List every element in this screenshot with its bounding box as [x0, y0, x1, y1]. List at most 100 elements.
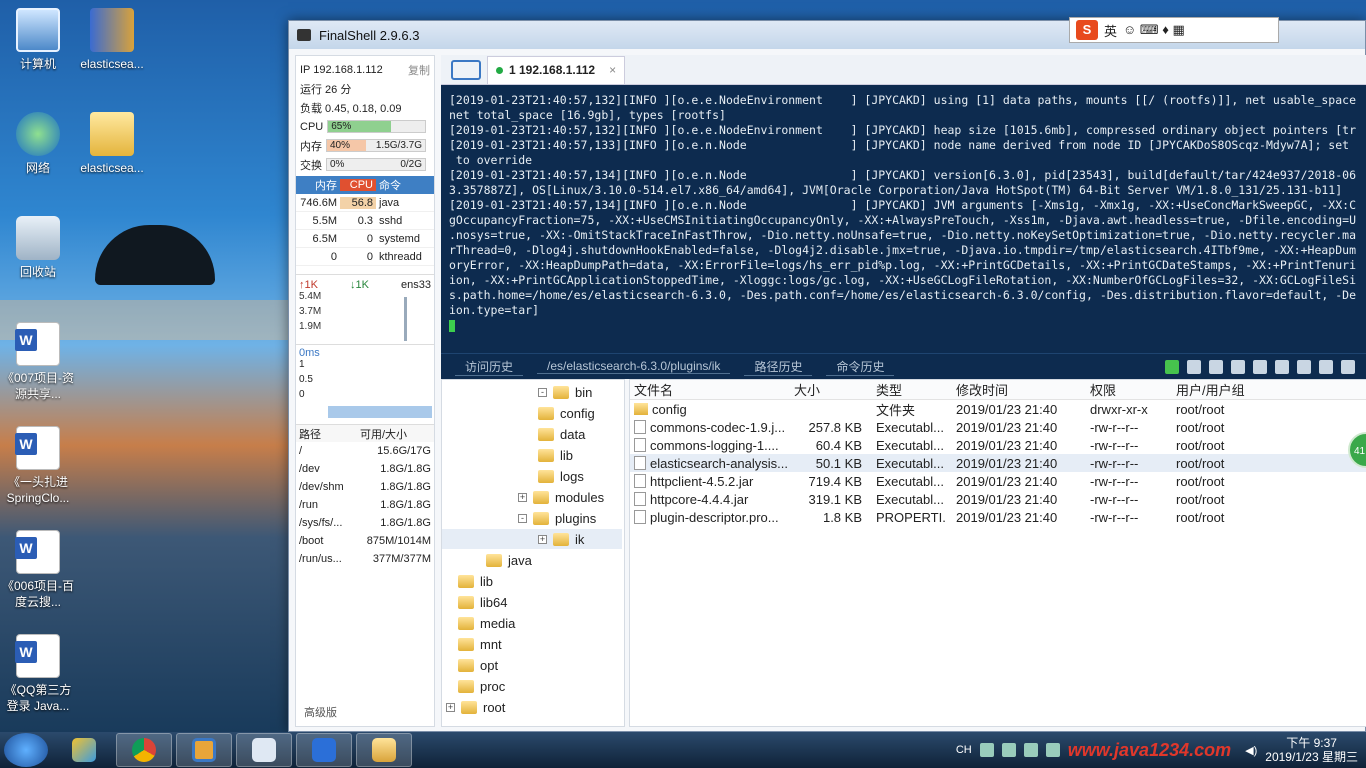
- disk-row[interactable]: /dev/shm 1.8G/1.8G: [296, 478, 434, 496]
- advanced-edition-label[interactable]: 高级版: [304, 704, 337, 720]
- desktop-icon-doc-006[interactable]: 《006项目-百度云搜...: [0, 530, 76, 610]
- process-row[interactable]: 0 0 kthreadd: [296, 248, 434, 266]
- expand-icon[interactable]: +: [518, 492, 527, 502]
- file-size: 1.8 KB: [822, 509, 862, 525]
- file-row[interactable]: config 文件夹 2019/01/23 21:40 drwxr-xr-x root/…: [630, 400, 1366, 418]
- disk-row[interactable]: /run 1.8G/1.8G: [296, 496, 434, 514]
- window-icon[interactable]: [1341, 359, 1355, 374]
- desktop-icon-elasticsearch-folder[interactable]: elasticsea...: [74, 112, 150, 176]
- clock[interactable]: 下午 9:37 2019/1/23 星期三: [1265, 736, 1358, 764]
- download-icon[interactable]: [1319, 359, 1333, 374]
- taskbar-app-1[interactable]: [56, 733, 112, 767]
- col-perm[interactable]: 权限: [1080, 380, 1170, 399]
- tree-node[interactable]: logs: [538, 466, 584, 486]
- path-input[interactable]: /es/elasticsearch-6.3.0/plugins/ik: [537, 359, 731, 374]
- start-button[interactable]: [4, 733, 48, 767]
- lightning-icon[interactable]: [1165, 359, 1179, 374]
- process-table-header[interactable]: 内存 CPU 命令: [296, 176, 434, 194]
- disk-row[interactable]: /run/us... 377M/377M: [296, 550, 434, 568]
- file-row[interactable]: elasticsearch-analysis... 50.1 KB Executab…: [630, 454, 1366, 472]
- tree-node[interactable]: - bin: [538, 382, 592, 402]
- access-history-input[interactable]: 访问历史: [455, 358, 524, 376]
- file-row[interactable]: httpclient-4.5.2.jar 719.4 KB Executabl...…: [630, 472, 1366, 490]
- desktop-icon-elasticsearch-archive[interactable]: elasticsea...: [74, 8, 150, 72]
- file-type: Executabl...: [876, 491, 944, 507]
- terminal-output[interactable]: [2019-01-23T21:40:57,132][INFO ][o.e.e.N…: [441, 85, 1366, 371]
- copy-button[interactable]: 复制: [408, 62, 430, 78]
- col-name[interactable]: 文件名: [630, 380, 790, 399]
- close-tab-icon[interactable]: ×: [609, 63, 616, 77]
- disk-row[interactable]: /sys/fs/... 1.8G/1.8G: [296, 514, 434, 532]
- expand-icon[interactable]: +: [446, 702, 455, 712]
- disk-row[interactable]: /dev 1.8G/1.8G: [296, 460, 434, 478]
- paste-icon[interactable]: [1209, 359, 1223, 374]
- tab-session-1[interactable]: 1 192.168.1.112 ×: [487, 55, 626, 84]
- tree-node[interactable]: lib: [458, 571, 493, 591]
- col-owner[interactable]: 用户/用户组: [1170, 380, 1366, 399]
- word-doc-icon: [15, 634, 60, 678]
- tree-node[interactable]: + modules: [518, 487, 604, 507]
- expand-icon[interactable]: +: [538, 534, 547, 544]
- taskbar-app-2[interactable]: [176, 733, 232, 767]
- tree-node[interactable]: java: [486, 550, 532, 570]
- tree-node[interactable]: mnt: [458, 634, 502, 654]
- process-row[interactable]: 5.5M 0.3 sshd: [296, 212, 434, 230]
- download-rate: ↓1K: [350, 279, 369, 291]
- search-icon[interactable]: [1231, 359, 1245, 374]
- file-row[interactable]: plugin-descriptor.pro... 1.8 KB PROPERTI..…: [630, 508, 1366, 526]
- tray-icon[interactable]: [1045, 743, 1060, 757]
- tree-node[interactable]: data: [538, 424, 585, 444]
- col-size[interactable]: 大小: [790, 380, 866, 399]
- file-row[interactable]: commons-codec-1.9.j... 257.8 KB Executabl.…: [630, 418, 1366, 436]
- tree-node[interactable]: config: [538, 403, 595, 423]
- tree-node[interactable]: opt: [458, 655, 498, 675]
- desktop-icon-computer[interactable]: 计算机: [0, 8, 76, 72]
- file-perm: -rw-r--r--: [1090, 419, 1139, 435]
- copy-icon[interactable]: [1187, 359, 1201, 374]
- command-history-input[interactable]: 命令历史: [826, 358, 895, 376]
- interface-select[interactable]: ens33: [401, 279, 431, 291]
- file-time: 2019/01/23 21:40: [956, 473, 1058, 489]
- collapse-icon[interactable]: -: [518, 513, 527, 523]
- disk-row[interactable]: /boot 875M/1014M: [296, 532, 434, 550]
- tray-icon[interactable]: [1001, 743, 1016, 757]
- tray-icon[interactable]: [979, 743, 994, 757]
- tree-node[interactable]: lib64: [458, 592, 507, 612]
- play-icon[interactable]: [1297, 359, 1311, 374]
- desktop-icon-network[interactable]: 网络: [0, 112, 76, 176]
- tree-node[interactable]: - plugins: [518, 508, 596, 528]
- desktop-icon-doc-springcloud[interactable]: 《一头扎进SpringClo...: [0, 426, 76, 506]
- path-history-input[interactable]: 路径历史: [744, 358, 813, 376]
- collapse-icon[interactable]: -: [538, 387, 547, 397]
- taskbar-chrome[interactable]: [116, 733, 172, 767]
- desktop-icon-recycle-bin[interactable]: 回收站: [0, 216, 76, 280]
- col-type[interactable]: 类型: [866, 380, 946, 399]
- ime-mode[interactable]: 英: [1104, 21, 1117, 40]
- folder-icon[interactable]: [1275, 359, 1289, 374]
- ime-toolbar[interactable]: S 英 ☺ ⌨ ♦ ▦: [1069, 17, 1279, 43]
- taskbar-wps[interactable]: [296, 733, 352, 767]
- disk-row[interactable]: /15.6G/17G: [296, 442, 434, 460]
- taskbar-finalshell[interactable]: [236, 733, 292, 767]
- process-row[interactable]: 6.5M 0 systemd: [296, 230, 434, 248]
- desktop-icon-doc-007[interactable]: 《007项目-资源共享...: [0, 322, 76, 402]
- tree-node[interactable]: + root: [446, 697, 505, 717]
- volume-icon[interactable]: ◀): [1245, 744, 1257, 757]
- tree-node[interactable]: proc: [458, 676, 505, 696]
- col-mtime[interactable]: 修改时间: [946, 380, 1080, 399]
- app-icon: [72, 738, 96, 762]
- desktop-icon-doc-qq[interactable]: 《QQ第三方登录 Java...: [0, 634, 76, 714]
- process-row[interactable]: 746.6M 56.8 java: [296, 194, 434, 212]
- tree-node[interactable]: lib: [538, 445, 573, 465]
- language-indicator[interactable]: CH: [956, 744, 972, 756]
- file-row[interactable]: commons-logging-1.... 60.4 KB Executabl...…: [630, 436, 1366, 454]
- tree-node[interactable]: + ik: [442, 529, 622, 549]
- taskbar-explorer[interactable]: [356, 733, 412, 767]
- tree-node[interactable]: media: [458, 613, 515, 633]
- tray-icon[interactable]: [1023, 743, 1038, 757]
- open-folder-icon[interactable]: [451, 59, 481, 80]
- network-icon: [16, 112, 60, 156]
- file-row[interactable]: httpcore-4.4.4.jar 319.1 KB Executabl... 20…: [630, 490, 1366, 508]
- gear-icon[interactable]: [1253, 359, 1267, 374]
- sogou-icon: S: [1076, 20, 1098, 40]
